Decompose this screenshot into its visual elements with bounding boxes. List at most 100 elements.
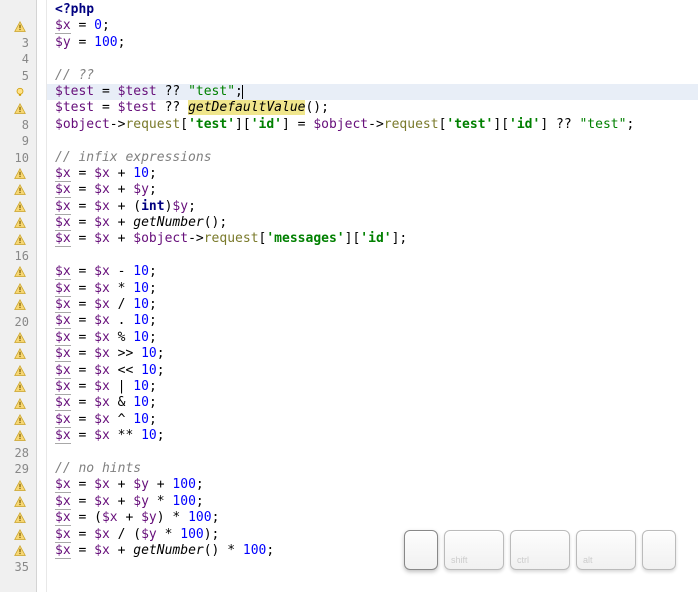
gutter-row[interactable] xyxy=(0,428,36,444)
code-line[interactable]: $x = $x & 10; xyxy=(55,395,698,411)
warning-icon[interactable] xyxy=(14,299,26,311)
token-num: 10 xyxy=(141,428,157,443)
code-line[interactable]: $x = $x + 10; xyxy=(55,166,698,182)
code-line[interactable]: $x = $x + $y + 100; xyxy=(55,477,698,493)
code-line[interactable]: $x = $x + getNumber(); xyxy=(55,215,698,231)
gutter-row[interactable] xyxy=(0,346,36,362)
gutter-row[interactable] xyxy=(0,297,36,313)
warning-icon[interactable] xyxy=(14,103,26,115)
gutter-row[interactable] xyxy=(0,363,36,379)
gutter-row[interactable]: 28 xyxy=(0,445,36,461)
warning-icon[interactable] xyxy=(14,266,26,278)
code-line[interactable]: $x = $x ** 10; xyxy=(55,428,698,444)
token-var: $x xyxy=(94,395,110,410)
code-line[interactable]: $x = $x * 10; xyxy=(55,281,698,297)
warning-icon[interactable] xyxy=(14,217,26,229)
warning-icon[interactable] xyxy=(14,21,26,33)
warning-icon[interactable] xyxy=(14,184,26,196)
gutter-row[interactable]: 29 xyxy=(0,461,36,477)
code-line[interactable]: <?php xyxy=(55,2,698,18)
code-line[interactable]: $x = $x + $y; xyxy=(55,182,698,198)
warning-icon[interactable] xyxy=(14,381,26,393)
gutter-row[interactable] xyxy=(0,395,36,411)
token-var: $x xyxy=(94,428,110,443)
gutter-row[interactable]: 9 xyxy=(0,133,36,149)
warning-icon[interactable] xyxy=(14,480,26,492)
gutter-row[interactable] xyxy=(0,543,36,559)
code-line[interactable] xyxy=(55,248,698,264)
code-line[interactable]: $test = $test ?? getDefaultValue(); xyxy=(55,100,698,116)
line-number: 20 xyxy=(15,315,31,329)
token-num: 10 xyxy=(133,297,149,312)
token-num: 10 xyxy=(141,346,157,361)
warning-icon[interactable] xyxy=(14,430,26,442)
gutter-row[interactable] xyxy=(0,84,36,100)
code-line[interactable]: $x = $x + $y * 100; xyxy=(55,494,698,510)
code-line[interactable]: $x = $x << 10; xyxy=(55,363,698,379)
gutter-row[interactable]: 10 xyxy=(0,150,36,166)
code-line[interactable]: $object->request['test']['id'] = $object… xyxy=(55,117,698,133)
gutter-row[interactable]: 3 xyxy=(0,35,36,51)
gutter-row[interactable] xyxy=(0,166,36,182)
gutter-row[interactable] xyxy=(0,412,36,428)
code-line[interactable] xyxy=(55,51,698,67)
code-line[interactable]: $x = $x >> 10; xyxy=(55,346,698,362)
code-line[interactable]: $x = $x | 10; xyxy=(55,379,698,395)
gutter-row[interactable] xyxy=(0,182,36,198)
code-line[interactable]: $x = $x - 10; xyxy=(55,264,698,280)
code-line[interactable]: // infix expressions xyxy=(55,150,698,166)
gutter-row[interactable]: 4 xyxy=(0,51,36,67)
warning-icon[interactable] xyxy=(14,332,26,344)
gutter-row[interactable] xyxy=(0,2,36,18)
gutter-row[interactable] xyxy=(0,18,36,34)
gutter-row[interactable]: 35 xyxy=(0,559,36,575)
token-str: "test" xyxy=(188,84,235,99)
code-line[interactable] xyxy=(55,133,698,149)
gutter-row[interactable] xyxy=(0,527,36,543)
code-line[interactable]: $x = ($x + $y) * 100; xyxy=(55,510,698,526)
warning-icon[interactable] xyxy=(14,545,26,557)
gutter-row[interactable]: 8 xyxy=(0,117,36,133)
code-line[interactable]: $x = 0; xyxy=(55,18,698,34)
gutter-row[interactable] xyxy=(0,231,36,247)
gutter-row[interactable] xyxy=(0,215,36,231)
warning-icon[interactable] xyxy=(14,414,26,426)
code-line[interactable]: // no hints xyxy=(55,461,698,477)
warning-icon[interactable] xyxy=(14,283,26,295)
bulb-icon[interactable] xyxy=(14,86,26,98)
gutter-row[interactable] xyxy=(0,379,36,395)
code-line[interactable]: $test = $test ?? "test"; xyxy=(55,84,698,100)
token-op: ; xyxy=(149,297,157,312)
gutter-row[interactable]: 16 xyxy=(0,248,36,264)
warning-icon[interactable] xyxy=(14,168,26,180)
warning-icon[interactable] xyxy=(14,348,26,360)
gutter-row[interactable] xyxy=(0,199,36,215)
code-line[interactable]: $x = $x / 10; xyxy=(55,297,698,313)
code-line[interactable]: $x = $x + (int)$y; xyxy=(55,199,698,215)
gutter-row[interactable] xyxy=(0,281,36,297)
code-line[interactable]: $x = $x + $object->request['messages']['… xyxy=(55,231,698,247)
gutter-row[interactable] xyxy=(0,510,36,526)
warning-icon[interactable] xyxy=(14,234,26,246)
code-line[interactable]: $x = $x . 10; xyxy=(55,313,698,329)
code-area[interactable]: <?php$x = 0;$y = 100;// ??$test = $test … xyxy=(47,0,698,592)
warning-icon[interactable] xyxy=(14,201,26,213)
code-line[interactable]: $y = 100; xyxy=(55,35,698,51)
gutter-row[interactable] xyxy=(0,330,36,346)
gutter-row[interactable]: 20 xyxy=(0,313,36,329)
warning-icon[interactable] xyxy=(14,365,26,377)
gutter-row[interactable] xyxy=(0,494,36,510)
warning-icon[interactable] xyxy=(14,529,26,541)
code-line[interactable]: // ?? xyxy=(55,68,698,84)
warning-icon[interactable] xyxy=(14,398,26,410)
code-line[interactable]: $x = $x ^ 10; xyxy=(55,412,698,428)
gutter-row[interactable] xyxy=(0,477,36,493)
warning-icon[interactable] xyxy=(14,496,26,508)
gutter-row[interactable]: 5 xyxy=(0,68,36,84)
gutter-row[interactable] xyxy=(0,264,36,280)
code-line[interactable] xyxy=(55,445,698,461)
gutter-row[interactable] xyxy=(0,100,36,116)
token-strkey: 'id' xyxy=(360,231,391,246)
warning-icon[interactable] xyxy=(14,512,26,524)
code-line[interactable]: $x = $x % 10; xyxy=(55,330,698,346)
